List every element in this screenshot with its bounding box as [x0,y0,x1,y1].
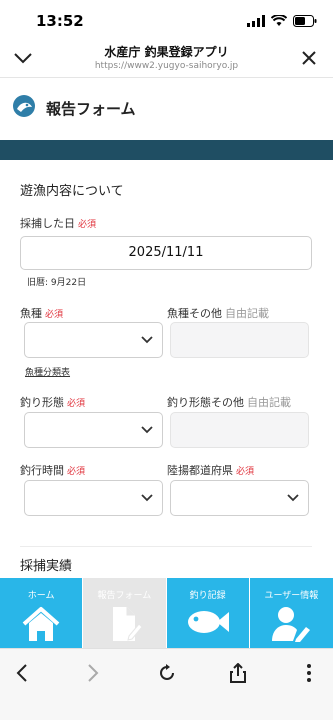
form-edit-icon [83,606,165,642]
forward-icon[interactable] [81,661,105,685]
browser-header: 水産庁 釣果登録アプリ https://www2.yugyo-saihoryo.… [0,40,333,78]
wifi-icon [270,12,288,31]
required-badge: 必須 [45,310,64,320]
method-other-input[interactable] [170,412,309,448]
status-icons [247,12,317,31]
chevron-down-icon [141,426,153,434]
tab-report-form[interactable]: 報告フォーム [83,578,167,648]
report-form: 遊漁内容について 採捕した日 必須 2025/11/11 旧暦: 9月22日 魚種… [0,160,333,578]
tab-label: 報告フォーム [97,591,152,601]
fish-other-input[interactable] [170,322,309,358]
browser-toolbar [0,648,333,720]
fish-other-label-text: 魚種その他 [167,307,222,320]
method-label-text: 釣り形態 [20,396,64,409]
battery-icon [293,12,317,31]
chevron-down-icon [141,494,153,502]
user-edit-icon [250,606,333,642]
close-icon[interactable] [301,50,317,70]
required-badge: 必須 [236,467,255,477]
chevron-down-icon [287,494,299,502]
bottom-tab-bar: ホーム 報告フォーム 釣り記録 ユーザー情報 [0,578,333,648]
section-divider [20,546,312,547]
fish-icon [167,606,249,638]
status-time: 13:52 [36,12,84,30]
time-label-text: 釣行時間 [20,464,64,477]
back-icon[interactable] [10,661,34,685]
section-title-catch: 採捕実績 [20,559,73,574]
lunar-date-note: 旧暦: 9月22日 [27,278,87,288]
method-label: 釣り形態 必須 [20,394,85,410]
app-header: 報告フォーム [0,78,333,138]
optional-note: 自由記載 [247,396,291,409]
required-badge: 必須 [67,399,86,409]
browser-url: https://www2.yugyo-saihoryo.jp [94,61,239,71]
header-band [0,140,333,160]
tab-user-info[interactable]: ユーザー情報 [249,578,333,648]
tab-home[interactable]: ホーム [0,578,84,648]
tab-label: 釣り記録 [189,591,226,601]
page-title: 報告フォーム [46,100,136,118]
fish-category-link[interactable]: 魚種分類表 [25,365,70,378]
optional-note: 自由記載 [225,307,269,320]
signal-icon [247,12,265,31]
status-bar: 13:52 [0,0,333,40]
method-other-label-text: 釣り形態その他 [167,396,244,409]
section-title-fishing: 遊漁内容について [20,184,124,199]
fishing-time-select[interactable] [24,480,163,516]
method-select[interactable] [24,412,163,448]
date-field[interactable]: 2025/11/11 [20,236,312,270]
more-menu-icon[interactable] [297,661,321,685]
required-badge: 必須 [78,220,97,230]
reload-icon[interactable] [155,661,179,685]
chevron-down-icon [141,336,153,344]
tab-label: ホーム [27,591,55,601]
tab-label: ユーザー情報 [264,591,319,601]
prefecture-label-text: 陸揚都道府県 [167,464,233,477]
method-other-label: 釣り形態その他 自由記載 [167,394,291,410]
home-icon [0,606,82,642]
fish-label: 魚種 必須 [20,305,63,321]
tab-fishing-records[interactable]: 釣り記録 [166,578,250,648]
fish-other-label: 魚種その他 自由記載 [167,305,269,321]
browser-title: 水産庁 釣果登録アプリ [104,45,229,59]
fish-select[interactable] [24,322,163,358]
prefecture-select[interactable] [170,480,309,516]
date-label-text: 採捕した日 [20,217,75,230]
required-badge: 必須 [67,467,86,477]
prefecture-label: 陸揚都道府県 必須 [167,462,254,478]
date-label: 採捕した日 必須 [20,215,96,231]
fisheries-logo-icon [12,94,36,118]
share-icon[interactable] [226,661,250,685]
time-label: 釣行時間 必須 [20,462,85,478]
fish-label-text: 魚種 [20,307,42,320]
